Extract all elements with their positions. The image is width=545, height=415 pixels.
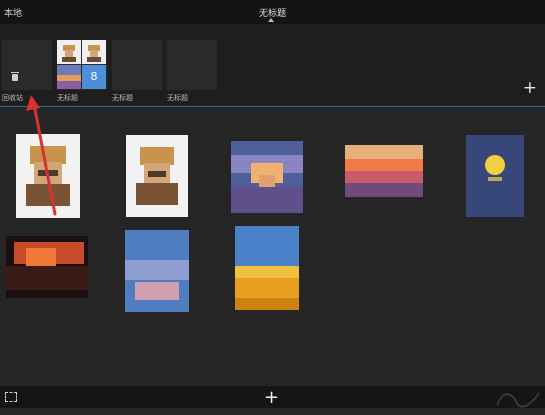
title-dropdown-caret-icon[interactable]: [268, 18, 274, 22]
album-untitled-1[interactable]: 8: [57, 40, 107, 90]
photo-thumbnail[interactable]: [125, 230, 189, 312]
album-photo-count: 8: [82, 65, 106, 89]
photo-thumbnail[interactable]: [345, 145, 423, 197]
bottom-toolbar: +: [0, 386, 545, 408]
top-bar: 本地 无标题: [0, 0, 545, 24]
photo-thumbnail[interactable]: [126, 135, 188, 217]
album-cover-thumb: [57, 65, 81, 89]
select-mode-icon[interactable]: [5, 392, 17, 402]
album-cover-thumb: [57, 40, 81, 64]
photo-thumbnail[interactable]: [6, 236, 88, 298]
trash-icon: [11, 72, 19, 81]
album-strip-divider: [0, 106, 545, 107]
watermark: [493, 387, 543, 411]
photo-thumbnail[interactable]: [466, 135, 524, 217]
album-strip: 回收站 8 无标题 无标题 无标题 +: [0, 24, 545, 108]
photo-thumbnail[interactable]: [16, 134, 80, 218]
album-label-untitled-1: 无标题: [57, 94, 78, 102]
add-album-button[interactable]: +: [523, 80, 537, 97]
album-label-untitled-2: 无标题: [112, 94, 133, 102]
album-label-untitled-3: 无标题: [167, 94, 188, 102]
album-untitled-2[interactable]: [112, 40, 162, 90]
photo-thumbnail[interactable]: [231, 141, 303, 213]
album-cover-thumb: [82, 40, 106, 64]
album-recycle-bin[interactable]: [2, 40, 52, 90]
album-untitled-3[interactable]: [167, 40, 217, 90]
album-label-recycle-bin: 回收站: [2, 94, 23, 102]
add-photo-button[interactable]: +: [264, 387, 279, 408]
photo-thumbnail[interactable]: [235, 226, 299, 310]
